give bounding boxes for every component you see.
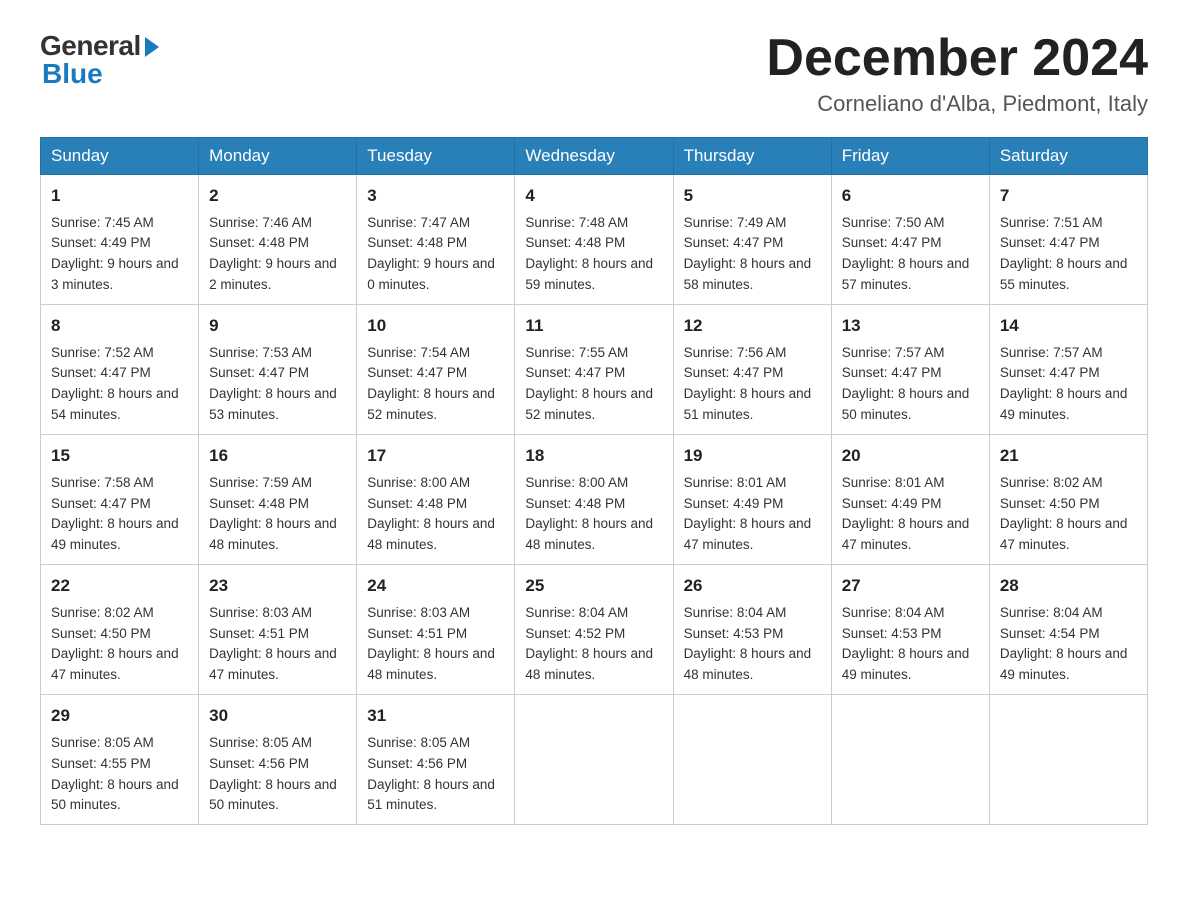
calendar-week-row: 15Sunrise: 7:58 AMSunset: 4:47 PMDayligh…: [41, 435, 1148, 565]
day-number: 28: [1000, 573, 1137, 599]
calendar-day-cell: 11Sunrise: 7:55 AMSunset: 4:47 PMDayligh…: [515, 305, 673, 435]
calendar-day-header: Thursday: [673, 138, 831, 175]
calendar-day-cell: 7Sunrise: 7:51 AMSunset: 4:47 PMDaylight…: [989, 175, 1147, 305]
day-number: 27: [842, 573, 979, 599]
day-number: 16: [209, 443, 346, 469]
calendar-day-cell: 17Sunrise: 8:00 AMSunset: 4:48 PMDayligh…: [357, 435, 515, 565]
day-number: 14: [1000, 313, 1137, 339]
calendar-day-cell: 10Sunrise: 7:54 AMSunset: 4:47 PMDayligh…: [357, 305, 515, 435]
calendar-day-cell: 29Sunrise: 8:05 AMSunset: 4:55 PMDayligh…: [41, 695, 199, 825]
calendar-day-cell: 3Sunrise: 7:47 AMSunset: 4:48 PMDaylight…: [357, 175, 515, 305]
calendar-day-cell: 21Sunrise: 8:02 AMSunset: 4:50 PMDayligh…: [989, 435, 1147, 565]
day-number: 3: [367, 183, 504, 209]
day-number: 1: [51, 183, 188, 209]
month-title: December 2024: [766, 30, 1148, 87]
day-number: 30: [209, 703, 346, 729]
day-number: 12: [684, 313, 821, 339]
calendar-day-cell: 9Sunrise: 7:53 AMSunset: 4:47 PMDaylight…: [199, 305, 357, 435]
day-number: 25: [525, 573, 662, 599]
calendar-day-cell: 14Sunrise: 7:57 AMSunset: 4:47 PMDayligh…: [989, 305, 1147, 435]
calendar-day-header: Monday: [199, 138, 357, 175]
calendar-day-cell: 25Sunrise: 8:04 AMSunset: 4:52 PMDayligh…: [515, 565, 673, 695]
calendar-day-header: Wednesday: [515, 138, 673, 175]
calendar-day-cell: 31Sunrise: 8:05 AMSunset: 4:56 PMDayligh…: [357, 695, 515, 825]
day-number: 9: [209, 313, 346, 339]
logo-arrow-icon: [145, 37, 159, 57]
day-number: 18: [525, 443, 662, 469]
day-number: 21: [1000, 443, 1137, 469]
day-number: 23: [209, 573, 346, 599]
day-number: 7: [1000, 183, 1137, 209]
day-number: 5: [684, 183, 821, 209]
calendar-day-cell: 26Sunrise: 8:04 AMSunset: 4:53 PMDayligh…: [673, 565, 831, 695]
calendar-day-cell: 22Sunrise: 8:02 AMSunset: 4:50 PMDayligh…: [41, 565, 199, 695]
page-header: General Blue December 2024 Corneliano d'…: [40, 30, 1148, 117]
day-number: 6: [842, 183, 979, 209]
day-number: 20: [842, 443, 979, 469]
day-number: 4: [525, 183, 662, 209]
day-number: 10: [367, 313, 504, 339]
day-number: 31: [367, 703, 504, 729]
calendar-day-cell: 12Sunrise: 7:56 AMSunset: 4:47 PMDayligh…: [673, 305, 831, 435]
day-number: 15: [51, 443, 188, 469]
location-title: Corneliano d'Alba, Piedmont, Italy: [766, 91, 1148, 117]
day-number: 2: [209, 183, 346, 209]
day-number: 8: [51, 313, 188, 339]
calendar-day-header: Tuesday: [357, 138, 515, 175]
calendar-day-cell: 27Sunrise: 8:04 AMSunset: 4:53 PMDayligh…: [831, 565, 989, 695]
calendar-week-row: 29Sunrise: 8:05 AMSunset: 4:55 PMDayligh…: [41, 695, 1148, 825]
calendar-week-row: 1Sunrise: 7:45 AMSunset: 4:49 PMDaylight…: [41, 175, 1148, 305]
day-number: 24: [367, 573, 504, 599]
day-number: 19: [684, 443, 821, 469]
calendar-day-cell: 28Sunrise: 8:04 AMSunset: 4:54 PMDayligh…: [989, 565, 1147, 695]
day-number: 13: [842, 313, 979, 339]
calendar-day-cell: 18Sunrise: 8:00 AMSunset: 4:48 PMDayligh…: [515, 435, 673, 565]
calendar-day-cell: 13Sunrise: 7:57 AMSunset: 4:47 PMDayligh…: [831, 305, 989, 435]
calendar-day-header: Saturday: [989, 138, 1147, 175]
calendar-day-cell: 4Sunrise: 7:48 AMSunset: 4:48 PMDaylight…: [515, 175, 673, 305]
calendar-day-cell: [515, 695, 673, 825]
calendar-day-cell: 19Sunrise: 8:01 AMSunset: 4:49 PMDayligh…: [673, 435, 831, 565]
calendar-day-cell: 15Sunrise: 7:58 AMSunset: 4:47 PMDayligh…: [41, 435, 199, 565]
day-number: 11: [525, 313, 662, 339]
calendar-day-cell: 6Sunrise: 7:50 AMSunset: 4:47 PMDaylight…: [831, 175, 989, 305]
calendar-week-row: 22Sunrise: 8:02 AMSunset: 4:50 PMDayligh…: [41, 565, 1148, 695]
calendar-day-cell: 30Sunrise: 8:05 AMSunset: 4:56 PMDayligh…: [199, 695, 357, 825]
calendar-day-cell: 16Sunrise: 7:59 AMSunset: 4:48 PMDayligh…: [199, 435, 357, 565]
logo: General Blue: [40, 30, 159, 90]
day-number: 29: [51, 703, 188, 729]
calendar-day-cell: [831, 695, 989, 825]
calendar-day-cell: 8Sunrise: 7:52 AMSunset: 4:47 PMDaylight…: [41, 305, 199, 435]
calendar-day-cell: 20Sunrise: 8:01 AMSunset: 4:49 PMDayligh…: [831, 435, 989, 565]
day-number: 26: [684, 573, 821, 599]
calendar-day-cell: 2Sunrise: 7:46 AMSunset: 4:48 PMDaylight…: [199, 175, 357, 305]
calendar-day-cell: 1Sunrise: 7:45 AMSunset: 4:49 PMDaylight…: [41, 175, 199, 305]
calendar-day-cell: 24Sunrise: 8:03 AMSunset: 4:51 PMDayligh…: [357, 565, 515, 695]
calendar-day-cell: [989, 695, 1147, 825]
calendar-table: SundayMondayTuesdayWednesdayThursdayFrid…: [40, 137, 1148, 825]
calendar-week-row: 8Sunrise: 7:52 AMSunset: 4:47 PMDaylight…: [41, 305, 1148, 435]
day-number: 17: [367, 443, 504, 469]
calendar-day-cell: 23Sunrise: 8:03 AMSunset: 4:51 PMDayligh…: [199, 565, 357, 695]
title-block: December 2024 Corneliano d'Alba, Piedmon…: [766, 30, 1148, 117]
logo-blue-text: Blue: [42, 58, 103, 90]
calendar-day-cell: [673, 695, 831, 825]
calendar-day-cell: 5Sunrise: 7:49 AMSunset: 4:47 PMDaylight…: [673, 175, 831, 305]
day-number: 22: [51, 573, 188, 599]
calendar-header-row: SundayMondayTuesdayWednesdayThursdayFrid…: [41, 138, 1148, 175]
calendar-day-header: Sunday: [41, 138, 199, 175]
calendar-day-header: Friday: [831, 138, 989, 175]
